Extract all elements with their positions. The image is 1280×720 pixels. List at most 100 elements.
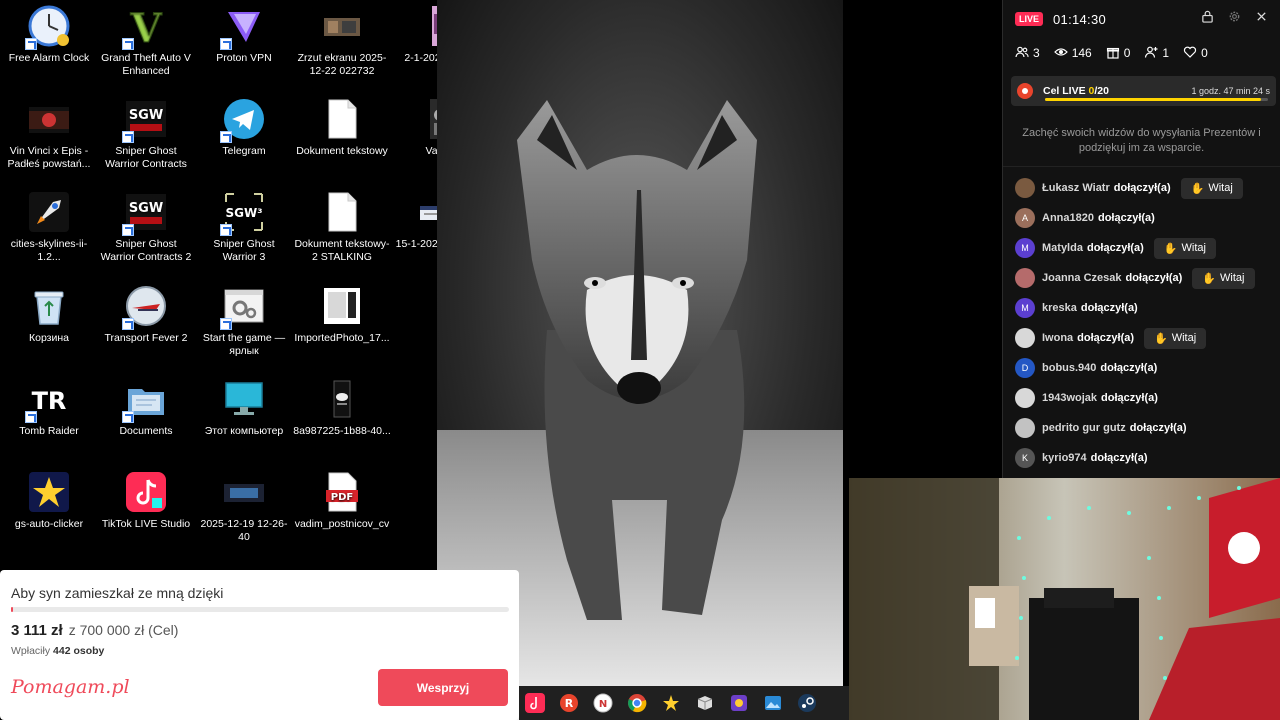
desktop-screen: Free Alarm Clock Vin Vinci x Epis - Padł… <box>0 0 1280 720</box>
taskbar: R N <box>519 686 849 720</box>
feed-action: dołączył(a) <box>1086 242 1144 254</box>
live-badge: LIVE <box>1015 12 1044 26</box>
support-button[interactable]: Wesprzyj <box>378 669 508 706</box>
desktop-icon-label: Zrzut ekranu 2025-12-22 022732 <box>297 52 387 77</box>
heart-icon <box>1183 45 1197 62</box>
feed-user-name[interactable]: Iwona <box>1042 332 1073 344</box>
desktop-icon-text-document[interactable]: Dokument tekstowy <box>293 97 391 158</box>
desktop-icon-vin-vinci[interactable]: Vin Vinci x Epis - Padłeś powstań... <box>0 97 98 171</box>
desktop-icon-video-2025-12-19[interactable]: 2025-12-19 12-26-40 <box>195 470 293 544</box>
live-timer: 01:14:30 <box>1053 11 1107 27</box>
desktop-icon-label: Proton VPN <box>216 52 272 64</box>
welcome-button[interactable]: ✋ Witaj <box>1144 327 1207 349</box>
desktop-icon-vadim-cv-pdf[interactable]: PDF vadim_postnicov_cv <box>293 470 391 531</box>
feed-user-name[interactable]: 1943wojak <box>1042 392 1097 404</box>
fundraiser-progress-bar <box>11 607 509 612</box>
desktop-icon-sgw-contracts[interactable]: SGW Sniper Ghost Warrior Contracts <box>97 97 195 171</box>
feed-action: dołączył(a) <box>1125 272 1183 284</box>
welcome-label: Witaj <box>1171 332 1197 344</box>
lock-icon[interactable] <box>1201 10 1214 28</box>
feed-user-name[interactable]: Anna1820 <box>1042 212 1094 224</box>
desktop-icon-proton-vpn[interactable]: Proton VPN <box>195 4 293 65</box>
feed-row: Iwona dołączył(a) ✋ Witaj <box>1003 323 1280 353</box>
desktop-icon-documents[interactable]: Documents <box>97 377 195 438</box>
desktop-icon-cities-skylines[interactable]: cities-skylines-ii-1.2... <box>0 190 98 264</box>
feed-user-name[interactable]: Joanna Czesak <box>1042 272 1121 284</box>
steam-icon[interactable] <box>793 689 821 717</box>
avatar[interactable] <box>1015 328 1035 348</box>
desktop-icon-this-computer[interactable]: Этот компьютер <box>195 377 293 438</box>
live-goal-card[interactable]: Cel LIVE 0/20 1 godz. 47 min 24 s <box>1011 76 1276 106</box>
desktop-icon-telegram[interactable]: Telegram <box>195 97 293 158</box>
avatar[interactable] <box>1015 178 1035 198</box>
welcome-label: Witaj <box>1220 272 1245 284</box>
close-icon[interactable] <box>1255 10 1268 28</box>
desktop-icon-imported-photo[interactable]: ImportedPhoto_17... <box>293 284 391 345</box>
gear-icon[interactable] <box>1228 10 1241 28</box>
avatar[interactable]: M <box>1015 238 1035 258</box>
live-stats: 3 146 0 1 0 <box>1003 38 1280 68</box>
avatar[interactable]: D <box>1015 358 1035 378</box>
desktop-icon-free-alarm-clock[interactable]: Free Alarm Clock <box>0 4 98 65</box>
tomb-raider-icon: TR <box>25 377 71 423</box>
feed-action: dołączył(a) <box>1097 212 1155 224</box>
feed-user-name[interactable]: pedrito gur gutz <box>1042 422 1126 434</box>
wave-hand-icon: ✋ <box>1154 332 1168 345</box>
feed-user-name[interactable]: kyrio974 <box>1042 452 1087 464</box>
desktop-icon-transport-fever-2[interactable]: Transport Fever 2 <box>97 284 195 345</box>
desktop-icon-label: 2025-12-19 12-26-40 <box>200 518 288 543</box>
avatar[interactable]: A <box>1015 208 1035 228</box>
app-icon[interactable] <box>725 689 753 717</box>
r-app-icon[interactable]: R <box>555 689 583 717</box>
avatar[interactable] <box>1015 418 1035 438</box>
chrome-icon[interactable] <box>623 689 651 717</box>
document-icon <box>320 97 364 141</box>
feed-row: Kkyrio974 dołączył(a) <box>1003 443 1280 473</box>
avatar[interactable]: K <box>1015 448 1035 468</box>
desktop-icon-tomb-raider[interactable]: TR Tomb Raider <box>0 377 98 438</box>
desktop-icon-gs-auto-clicker[interactable]: gs-auto-clicker <box>0 470 98 531</box>
stat-likes: 0 <box>1183 45 1208 62</box>
desktop-icon-screenshot-2025-12-22[interactable]: Zrzut ekranu 2025-12-22 022732 <box>293 4 391 78</box>
welcome-label: Witaj <box>1181 242 1206 254</box>
desktop-icon-start-the-game[interactable]: Start the game — ярлык <box>195 284 293 358</box>
desktop-icon-label: Корзина <box>29 332 69 344</box>
guests-icon <box>1015 45 1029 62</box>
feed-user-name[interactable]: Łukasz Wiatr <box>1042 182 1110 194</box>
welcome-button[interactable]: ✋ Witaj <box>1180 177 1243 199</box>
photos-icon[interactable] <box>759 689 787 717</box>
avatar[interactable] <box>1015 388 1035 408</box>
desktop-icon-label: Tomb Raider <box>19 425 79 437</box>
package-icon[interactable] <box>691 689 719 717</box>
gift-icon <box>1106 45 1120 62</box>
pomagam-logo[interactable]: Pomagam.pl <box>11 676 130 698</box>
svg-text:SGW³: SGW³ <box>226 206 263 220</box>
avatar[interactable]: M <box>1015 298 1035 318</box>
tiktok-icon[interactable] <box>521 689 549 717</box>
desktop-icon-tiktok-live-studio[interactable]: TikTok LIVE Studio <box>97 470 195 531</box>
desktop-icon-sgw-3[interactable]: SGW³ Sniper Ghost Warrior 3 <box>195 190 293 264</box>
feed-user-name[interactable]: kreska <box>1042 302 1077 314</box>
fundraiser-amount: 3 111 zł z 700 000 zł (Cel) <box>11 622 179 639</box>
welcome-button[interactable]: ✋ Witaj <box>1192 267 1255 289</box>
vpn-icon <box>220 4 266 50</box>
n-app-icon[interactable]: N <box>589 689 617 717</box>
desktop-icon-8a987225[interactable]: 8a987225-1b88-40... <box>293 377 391 438</box>
desktop-icon-label: Grand Theft Auto V Enhanced <box>101 52 191 77</box>
svg-text:N: N <box>599 699 607 710</box>
desktop-icon-text-document-2[interactable]: Dokument tekstowy-2 STALKING <box>293 190 391 264</box>
star-icon[interactable] <box>657 689 685 717</box>
clock-icon <box>25 4 71 50</box>
avatar[interactable] <box>1015 268 1035 288</box>
feed-user-name[interactable]: Matylda <box>1042 242 1083 254</box>
feed-user-name[interactable]: bobus.940 <box>1042 362 1096 374</box>
desktop-icon-recycle-bin[interactable]: Корзина <box>0 284 98 345</box>
desktop-icon-gta-v[interactable]: V Grand Theft Auto V Enhanced <box>97 4 195 78</box>
desktop-icon-sgw-contracts-2[interactable]: SGW Sniper Ghost Warrior Contracts 2 <box>97 190 195 264</box>
star-icon <box>27 470 71 514</box>
rocket-icon <box>27 190 71 234</box>
wave-hand-icon: ✋ <box>1202 272 1217 285</box>
fundraiser-donors: Wpłaciły 442 osoby <box>11 645 105 657</box>
welcome-button[interactable]: ✋ Witaj <box>1153 237 1216 259</box>
goal-title: Cel LIVE 0/20 <box>1043 85 1109 97</box>
